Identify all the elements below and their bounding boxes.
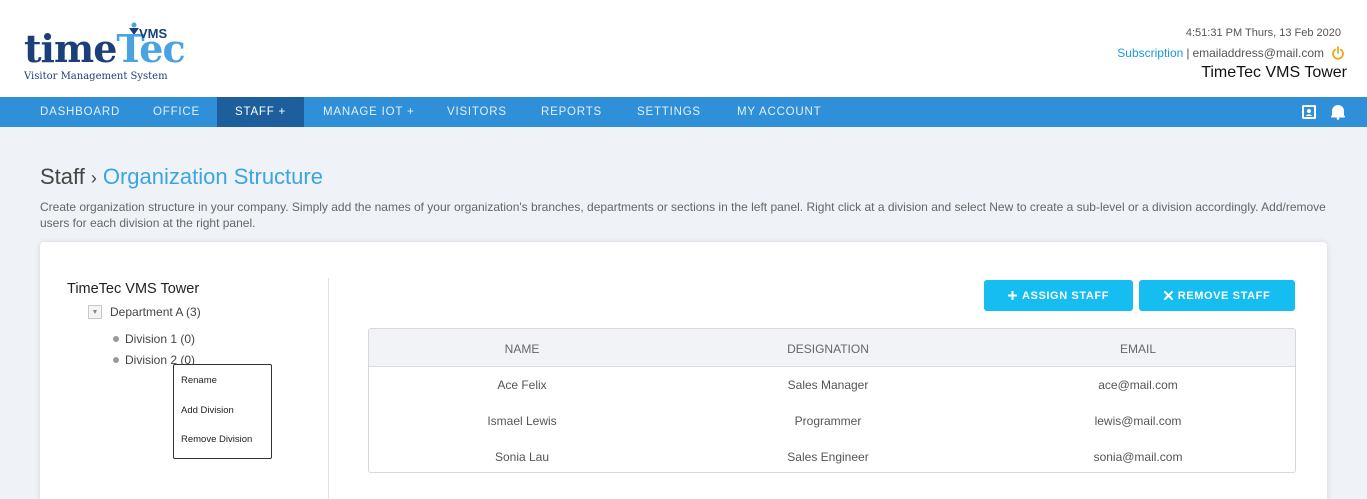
staff-table: NAME DESIGNATION EMAIL Ace Felix Sales M… — [368, 328, 1296, 473]
nav-office[interactable]: OFFICE — [153, 97, 200, 127]
table-header: NAME DESIGNATION EMAIL — [369, 329, 1295, 367]
subscription-link[interactable]: Subscription — [1117, 46, 1183, 60]
nav-my-account[interactable]: MY ACCOUNT — [737, 97, 821, 127]
plus-icon — [1007, 291, 1017, 300]
logo-subtitle: Visitor Management System — [24, 71, 168, 82]
tree-division-node[interactable]: Division 1 (0) — [113, 332, 195, 346]
tree-root-node[interactable]: TimeTec VMS Tower — [67, 281, 199, 297]
cell-name: Sonia Lau — [494, 450, 550, 464]
app-header: timeTec VMS Visitor Management System 4:… — [0, 0, 1367, 97]
column-header-email[interactable]: EMAIL — [981, 342, 1295, 356]
context-rename[interactable]: Rename — [181, 375, 217, 386]
context-add-division[interactable]: Add Division — [181, 405, 234, 416]
tree-bullet-icon — [113, 357, 119, 363]
column-header-name[interactable]: NAME — [369, 342, 675, 356]
remove-staff-button[interactable]: REMOVE STAFF — [1139, 280, 1295, 311]
nav-staff[interactable]: STAFF + — [217, 97, 305, 127]
tower-name: TimeTec VMS Tower — [1201, 64, 1347, 81]
breadcrumb-separator-icon: › — [90, 168, 97, 188]
user-email: emailaddress@mail.com — [1192, 46, 1324, 60]
panel-divider — [328, 278, 329, 499]
cell-name: Ace Felix — [497, 378, 547, 392]
logo-vms-text: VMS — [139, 26, 168, 41]
breadcrumb: Staff › Organization Structure — [40, 164, 323, 190]
notification-bell-icon[interactable] — [1329, 104, 1347, 120]
timetec-logo[interactable]: timeTec VMS Visitor Management System — [24, 22, 186, 84]
page-description: Create organization structure in your co… — [40, 200, 1326, 230]
power-icon[interactable] — [1331, 46, 1345, 60]
cell-email: ace@mail.com — [1098, 378, 1178, 392]
close-icon — [1163, 291, 1173, 300]
context-menu: Rename Add Division Remove Division — [173, 364, 272, 459]
cell-designation: Sales Manager — [787, 378, 869, 392]
department-label: Department A (3) — [110, 305, 201, 319]
nav-icon-group — [1301, 104, 1347, 120]
cell-name: Ismael Lewis — [487, 414, 557, 428]
nav-settings[interactable]: SETTINGS — [637, 97, 701, 127]
breadcrumb-parent[interactable]: Staff — [40, 164, 85, 189]
account-line: Subscription | emailaddress@mail.com — [1117, 46, 1345, 60]
division-label: Division 1 (0) — [125, 332, 196, 346]
tree-bullet-icon — [113, 336, 119, 342]
nav-dashboard[interactable]: DASHBOARD — [40, 97, 120, 127]
page-title: Organization Structure — [102, 164, 323, 189]
column-header-designation[interactable]: DESIGNATION — [675, 342, 981, 356]
nav-manage-iot[interactable]: MANAGE IOT + — [323, 97, 415, 127]
logo-time-text: time — [24, 26, 117, 71]
remove-staff-label: REMOVE STAFF — [1177, 289, 1271, 302]
assign-staff-button[interactable]: ASSIGN STAFF — [984, 280, 1133, 311]
cell-designation: Programmer — [794, 414, 862, 428]
contact-card-icon[interactable] — [1301, 104, 1317, 120]
nav-visitors[interactable]: VISITORS — [447, 97, 507, 127]
cell-designation: Sales Engineer — [787, 450, 869, 464]
current-datetime: 4:51:31 PM Thurs, 13 Feb 2020 — [1185, 27, 1341, 39]
org-structure-card: TimeTec VMS Tower ▼ Department A (3) Div… — [40, 242, 1327, 499]
collapse-toggle-icon[interactable]: ▼ — [88, 305, 102, 319]
context-remove-division[interactable]: Remove Division — [181, 434, 252, 445]
nav-reports[interactable]: REPORTS — [541, 97, 602, 127]
account-separator: | — [1186, 46, 1190, 60]
tree-department-node[interactable]: ▼ Department A (3) — [88, 305, 201, 319]
cell-email: lewis@mail.com — [1094, 414, 1182, 428]
assign-staff-label: ASSIGN STAFF — [1021, 289, 1110, 302]
main-nav: DASHBOARD OFFICE STAFF + MANAGE IOT + VI… — [0, 97, 1367, 127]
cell-email: sonia@mail.com — [1093, 450, 1183, 464]
